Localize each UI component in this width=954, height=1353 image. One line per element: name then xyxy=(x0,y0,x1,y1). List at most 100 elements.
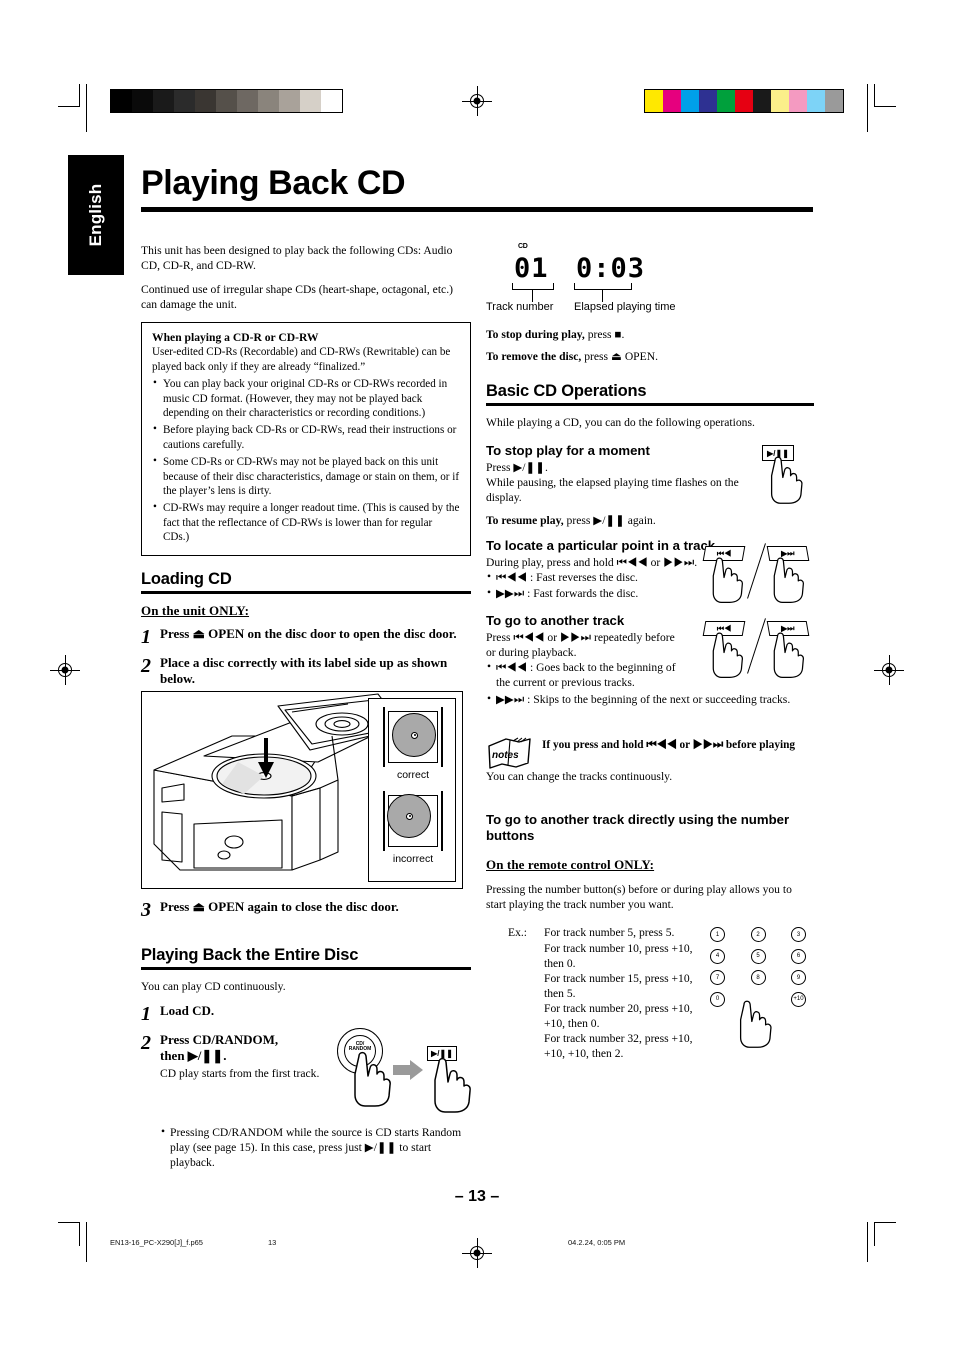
list-item: ⏮◀◀ : Goes back to the beginning of the … xyxy=(486,659,686,690)
grayscale-swatch-9 xyxy=(300,90,321,112)
number-key-8[interactable]: 8 xyxy=(750,970,766,986)
crop-mark-bottom-left xyxy=(58,1222,92,1262)
crop-mark-top-left xyxy=(58,84,90,132)
section-heading-basic-cd-operations: Basic CD Operations xyxy=(486,382,647,401)
step-text: Load CD. xyxy=(160,1002,215,1018)
pointing-hand-icon xyxy=(773,633,804,679)
keypad-row: 7 8 9 xyxy=(710,970,806,986)
another-track-line-1: Press ⏮◀◀ or ▶▶⏭ repeatedly before or du… xyxy=(486,631,675,660)
number-key-2[interactable]: 2 xyxy=(750,927,766,943)
section-heading-entire-disc: Playing Back the Entire Disc xyxy=(141,945,359,964)
pointing-hand-icon xyxy=(739,1001,772,1049)
grayscale-swatch-5 xyxy=(216,90,237,112)
grayscale-swatch-6 xyxy=(237,90,258,112)
color-swatch-1 xyxy=(663,90,681,112)
stop-during-play-line: To stop during play, press ■. xyxy=(486,327,814,342)
color-calibration-bar xyxy=(644,89,844,113)
subheading-number-buttons: To go to another track directly using th… xyxy=(486,811,790,843)
manual-page: English Playing Back CD This unit has be… xyxy=(0,0,954,1353)
correct-disc-diagram xyxy=(379,706,447,767)
grayscale-swatch-8 xyxy=(279,90,300,112)
step-number: 2 xyxy=(141,654,151,677)
pointing-hand-icon xyxy=(712,557,743,604)
entire-disc-intro: You can play CD continuously. xyxy=(141,979,286,993)
number-key-1[interactable]: 1 xyxy=(710,927,725,943)
color-swatch-7 xyxy=(771,90,789,112)
grayscale-swatch-7 xyxy=(258,90,279,112)
pause-line-2: While pausing, the elapsed playing time … xyxy=(486,476,739,505)
stop-during-play-bold: To stop during play, xyxy=(486,328,585,341)
grayscale-swatch-0 xyxy=(111,90,132,112)
cdr-cdrw-note-box: When playing a CD-R or CD-RW User-edited… xyxy=(141,322,471,556)
plus-ten-key[interactable]: +10 xyxy=(791,991,806,1007)
crop-mark-bottom-right xyxy=(862,1222,896,1262)
example-label: Ex.: xyxy=(508,926,527,940)
intro-paragraph-2: Continued use of irregular shape CDs (he… xyxy=(141,283,453,312)
step-3-close-door: 3 Press ⏏ OPEN again to close the disc d… xyxy=(141,899,471,920)
example-item: For track number 20, press +10, +10, the… xyxy=(544,1001,693,1030)
number-key-4[interactable]: 4 xyxy=(710,948,725,964)
stop-during-play-rest: press ■. xyxy=(587,328,625,341)
cdr-note-heading: When playing a CD-R or CD-RW xyxy=(152,331,319,345)
number-key-3[interactable]: 3 xyxy=(791,927,806,943)
resume-play-bold: To resume play, xyxy=(486,514,564,528)
step-1-open-door: 1 Press ⏏ OPEN on the disc door to open … xyxy=(141,626,471,647)
examples-block: Ex.: For track number 5, press 5. For tr… xyxy=(486,925,696,1061)
subheading-remote-only: On the remote control ONLY: xyxy=(486,857,655,873)
crop-mark-top-right xyxy=(862,84,896,132)
number-buttons-intro: Pressing the number button(s) before or … xyxy=(486,883,792,912)
pointing-hand-icon xyxy=(354,1051,391,1107)
section-rule xyxy=(486,403,814,407)
step-text: Press ⏏ OPEN again to close the disc doo… xyxy=(160,898,399,914)
remote-number-keypad: 1 2 3 4 5 6 7 8 9 0 +10 xyxy=(710,927,806,1049)
cd-random-press-illustration: CD/ RANDOM ▶/❚❚ xyxy=(331,1027,471,1118)
example-item: For track number 15, press +10, then 5. xyxy=(544,971,693,1000)
pause-button-illustration: ▶/❚❚ xyxy=(762,445,810,505)
step-number: 2 xyxy=(141,1031,151,1054)
cdr-note-body: User-edited CD-Rs (Recordable) and CD-RW… xyxy=(152,346,451,373)
grayscale-swatch-3 xyxy=(174,90,195,112)
slash-separator xyxy=(747,618,767,675)
list-item: You can play back your original CD-Rs or… xyxy=(152,376,460,420)
title-rule xyxy=(141,207,813,212)
color-swatch-5 xyxy=(735,90,753,112)
number-key-9[interactable]: 9 xyxy=(791,970,806,986)
cd-indicator-label: CD xyxy=(518,243,528,250)
number-key-5[interactable]: 5 xyxy=(750,948,766,964)
notes-heading: If you press and hold ⏮◀◀ or ▶▶⏭ before … xyxy=(542,739,796,752)
color-swatch-2 xyxy=(681,90,699,112)
section-heading-loading-cd: Loading CD xyxy=(141,569,232,588)
pointing-hand-icon xyxy=(712,633,743,679)
number-key-0[interactable]: 0 xyxy=(710,991,725,1007)
skip-buttons-illustration-track: ⏮◀ ▶⏭ xyxy=(702,618,814,679)
example-item: For track number 32, press +10, +10, +10… xyxy=(544,1031,693,1060)
skip-buttons-illustration-locate: ⏮◀ ▶⏭ xyxy=(702,543,814,604)
pause-line-1: Press ▶/❚❚. xyxy=(486,461,548,475)
language-tab: English xyxy=(68,155,124,275)
another-track-bullets: ⏮◀◀ : Goes back to the beginning of the … xyxy=(486,659,686,690)
remove-disc-bold: To remove the disc, xyxy=(486,350,582,364)
track-number-value: 01 xyxy=(514,253,549,284)
page-title: Playing Back CD xyxy=(141,164,406,202)
display-readout-illustration: CD 01 0:03 Track number Elapsed playing … xyxy=(486,243,814,315)
arrow-right-icon xyxy=(393,1059,423,1080)
notes-badge-label: notes xyxy=(492,749,519,761)
list-item: ⏮◀◀ : Fast reverses the disc. xyxy=(486,569,702,585)
correct-incorrect-panel: correct incorrect xyxy=(368,697,456,882)
section-rule xyxy=(141,966,471,970)
locate-line-1: During play, press and hold ⏮◀◀ or ▶▶⏭. xyxy=(486,556,698,570)
list-item: ▶▶⏭ : Skips to the beginning of the next… xyxy=(486,691,814,707)
footer-timestamp: 04.2.24, 0:05 PM xyxy=(568,1238,626,1247)
number-key-6[interactable]: 6 xyxy=(791,948,806,964)
number-key-7[interactable]: 7 xyxy=(710,970,725,986)
disc-loading-illustration: correct incorrect xyxy=(141,690,463,889)
footer-folio: 13 xyxy=(268,1238,277,1247)
registration-mark-right xyxy=(874,655,904,685)
color-swatch-4 xyxy=(717,90,735,112)
language-tab-label: English xyxy=(86,183,105,247)
elapsed-time-label: Elapsed playing time xyxy=(574,301,676,313)
cdr-note-bullets: You can play back your original CD-Rs or… xyxy=(152,376,460,545)
remove-disc-line: To remove the disc, press ⏏ OPEN. xyxy=(486,349,814,364)
pointing-hand-icon xyxy=(770,456,803,505)
pointing-hand-icon xyxy=(773,557,804,604)
